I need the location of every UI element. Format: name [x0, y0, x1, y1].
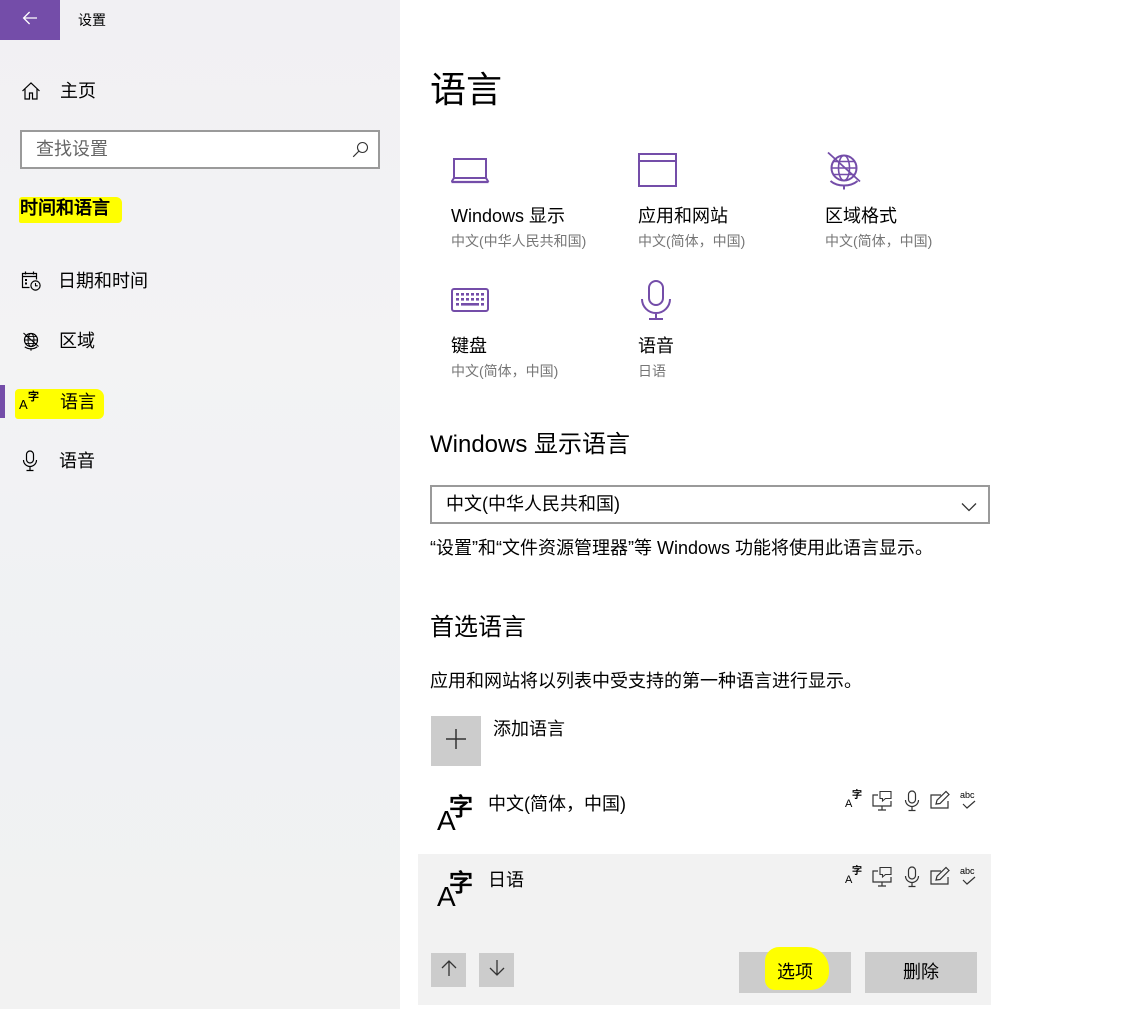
tile-label: 键盘	[451, 336, 487, 356]
sidebar-item-label: 日期和时间	[58, 271, 148, 291]
search-input[interactable]	[22, 132, 342, 167]
tile-value: 中文(简体，中国)	[638, 233, 746, 249]
move-up-button[interactable]	[431, 953, 466, 987]
sidebar-item-label: 语言	[60, 392, 96, 412]
language-icon-cjk: 字	[28, 391, 39, 403]
sidebar-item-label: 主页	[60, 81, 96, 101]
tile-label: 语音	[638, 336, 674, 356]
tile-label: Windows 显示	[451, 206, 566, 226]
arrow-down-icon	[488, 959, 506, 982]
sidebar-item-label: 区域	[59, 331, 95, 351]
speech-recognition-icon	[901, 790, 923, 812]
calendar-clock-icon	[21, 271, 43, 293]
home-icon	[21, 81, 43, 103]
dropdown-value: 中文(中华人民共和国)	[446, 494, 620, 514]
language-pack-icon: A 字	[844, 866, 866, 888]
tile-regional-format[interactable]: 区域格式 中文(简体，中国)	[825, 150, 995, 254]
language-name: 日语	[488, 870, 524, 890]
selected-indicator	[0, 385, 5, 418]
microphone-icon	[22, 450, 44, 472]
text-to-speech-icon	[871, 866, 893, 888]
speech-recognition-icon	[901, 866, 923, 888]
laptop-icon	[450, 150, 491, 190]
handwriting-icon	[929, 790, 951, 812]
preferred-languages-heading: 首选语言	[430, 614, 526, 641]
page-title: 语言	[430, 69, 503, 110]
spell-check-icon: abc	[958, 790, 980, 812]
language-icon-latin: A	[19, 397, 28, 412]
tile-apps-websites[interactable]: 应用和网站 中文(简体，中国)	[638, 150, 808, 254]
plus-icon	[445, 728, 467, 755]
add-language-label[interactable]: 添加语言	[493, 717, 565, 741]
globe-icon	[21, 331, 43, 353]
text-to-speech-icon	[871, 790, 893, 812]
tile-value: 中文(中华人民共和国)	[451, 233, 587, 249]
section-title: 时间和语言	[20, 198, 110, 218]
remove-button-label: 删除	[903, 962, 939, 982]
move-down-button[interactable]	[479, 953, 514, 987]
app-title: 设置	[78, 12, 106, 28]
spell-check-icon-text: abc	[960, 790, 975, 800]
language-icon-cjk: 字	[449, 870, 473, 897]
language-icon: A 字	[19, 390, 41, 412]
sidebar-item-date-time[interactable]: 日期和时间	[0, 261, 400, 301]
language-name: 中文(简体，中国)	[488, 794, 626, 814]
sidebar-item-language[interactable]: A 字 语言	[0, 382, 400, 422]
search-icon[interactable]	[352, 141, 369, 163]
tile-label: 应用和网站	[638, 206, 728, 226]
search-box[interactable]	[20, 130, 380, 169]
back-button[interactable]	[0, 0, 60, 40]
language-icon: A 字	[437, 795, 477, 835]
spell-check-icon-text: abc	[960, 866, 975, 876]
arrow-up-icon	[440, 959, 458, 982]
tile-label: 区域格式	[825, 206, 897, 226]
tile-value: 中文(简体，中国)	[825, 233, 933, 249]
language-list-item[interactable]: A 字 中文(简体，中国) A 字 abc	[418, 778, 991, 852]
back-arrow-icon	[22, 10, 38, 31]
language-icon-cjk: 字	[449, 794, 473, 821]
sidebar: 设置 主页 时间和语言 日期和时间 区域 A 字 语言	[0, 0, 400, 1009]
language-pack-icon-cjk: 字	[852, 866, 862, 877]
display-language-description: “设置”和“文件资源管理器”等 Windows 功能将使用此语言显示。	[430, 538, 933, 558]
tile-windows-display[interactable]: Windows 显示 中文(中华人民共和国)	[450, 150, 621, 254]
tile-value: 日语	[638, 363, 666, 379]
display-language-dropdown[interactable]: 中文(中华人民共和国)	[430, 485, 990, 524]
sidebar-item-region[interactable]: 区域	[0, 321, 400, 361]
options-button[interactable]: 选项	[739, 947, 851, 993]
display-language-heading: Windows 显示语言	[430, 431, 631, 458]
spell-check-icon: abc	[958, 866, 980, 888]
remove-button[interactable]: 删除	[865, 952, 977, 993]
tile-speech[interactable]: 语音 日语	[638, 280, 808, 384]
app-window-icon	[638, 150, 678, 190]
options-button-label: 选项	[777, 962, 813, 982]
microphone-icon	[638, 280, 678, 320]
tile-value: 中文(简体，中国)	[451, 363, 559, 379]
language-pack-icon: A 字	[844, 790, 866, 812]
sidebar-item-home[interactable]: 主页	[0, 71, 400, 111]
language-pack-icon-cjk: 字	[852, 790, 862, 801]
sidebar-item-speech[interactable]: 语音	[0, 441, 400, 481]
preferred-languages-description: 应用和网站将以列表中受支持的第一种语言进行显示。	[430, 671, 862, 691]
handwriting-icon	[929, 866, 951, 888]
keyboard-icon	[451, 280, 491, 320]
language-icon: A 字	[437, 871, 477, 911]
globe-icon	[825, 150, 865, 190]
sidebar-item-label: 语音	[59, 451, 95, 471]
add-language-button[interactable]	[431, 716, 481, 766]
language-list-item-selected[interactable]: A 字 日语 A 字 abc 选项 删除	[418, 854, 991, 1005]
chevron-down-icon	[961, 499, 977, 517]
tile-keyboard[interactable]: 键盘 中文(简体，中国)	[451, 280, 621, 384]
